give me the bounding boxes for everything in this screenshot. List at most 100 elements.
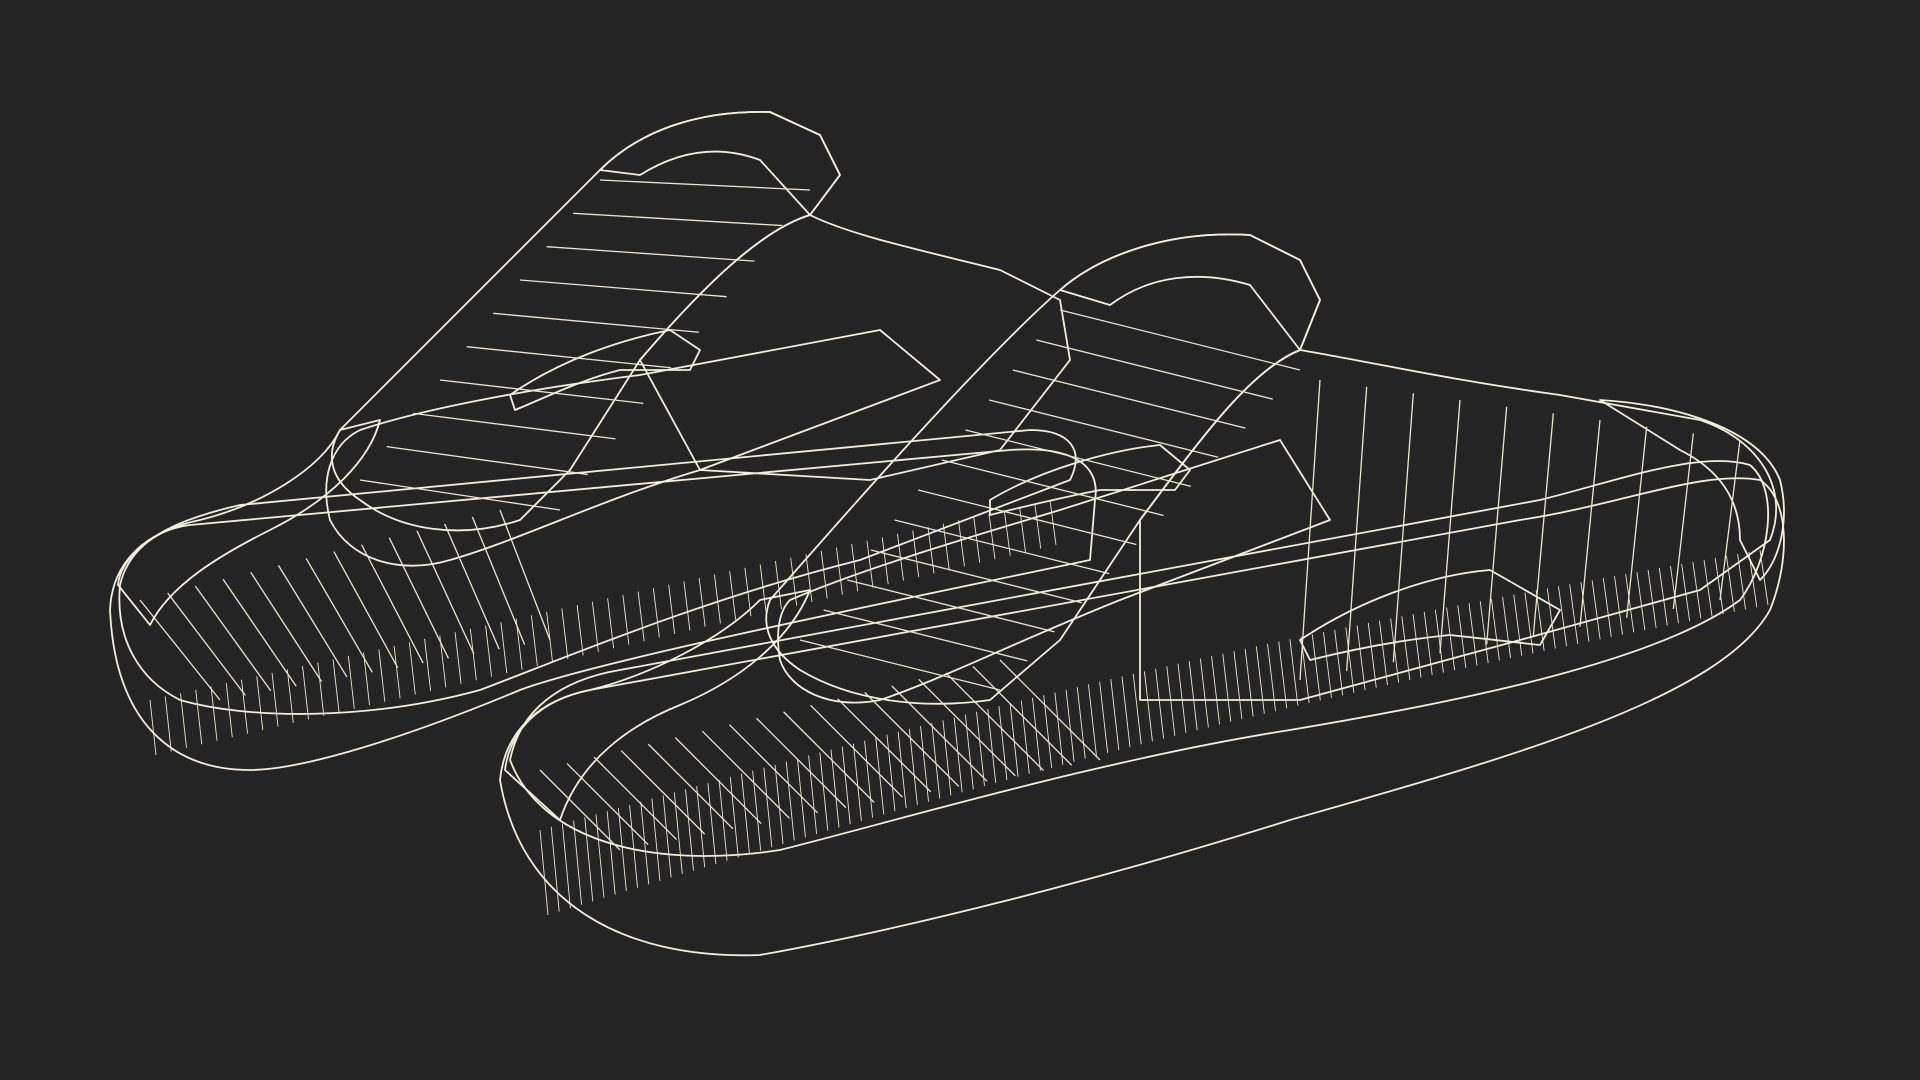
mesh-edge [668, 584, 676, 635]
mesh-edge [774, 560, 782, 610]
mesh-edge [388, 537, 450, 659]
mesh-edge [466, 346, 672, 369]
mesh-edge [1392, 393, 1414, 663]
mesh-edge [942, 720, 952, 796]
mesh-edge [256, 676, 264, 731]
front-sandal-strap-top [1059, 233, 1321, 351]
mesh-edge [1446, 607, 1456, 671]
mesh-edge [763, 767, 773, 848]
mesh-edge [1703, 559, 1713, 617]
mesh-edge [647, 743, 734, 830]
mesh-edge [1748, 551, 1758, 608]
mesh-edge [1012, 369, 1246, 429]
mesh-edge [1143, 671, 1153, 742]
mesh-edge [1647, 569, 1657, 628]
back-sandal-strap [331, 111, 841, 532]
mesh-edge [360, 544, 424, 664]
mesh-edge [741, 773, 750, 854]
mesh-edge [881, 537, 889, 585]
mesh-edge [837, 698, 932, 793]
mesh-edge [1278, 641, 1288, 709]
mesh-edge [783, 711, 875, 803]
mesh-edge [1725, 555, 1735, 612]
mesh-edge [1579, 419, 1601, 627]
mesh-edge [1043, 695, 1053, 768]
mesh-edge [576, 605, 584, 656]
mesh-edge [1439, 399, 1461, 654]
mesh-edge [573, 212, 783, 227]
mesh-edge [1076, 686, 1086, 759]
mesh-edge [920, 726, 929, 802]
mesh-edge [347, 655, 355, 709]
mesh-edge [1121, 676, 1131, 748]
mesh-edge [620, 750, 706, 835]
mesh-edge [1602, 578, 1612, 638]
mesh-edge [674, 737, 762, 824]
back-sandal-footbed [118, 429, 1077, 715]
mesh-edge [713, 574, 721, 624]
mesh-edge [561, 608, 569, 659]
mesh-edge [1222, 653, 1232, 722]
mesh-edge [1379, 620, 1388, 686]
mesh-edge [965, 429, 1192, 487]
mesh-edge [1244, 648, 1254, 717]
mesh-edge [1636, 571, 1646, 631]
mesh-edge [1110, 679, 1120, 751]
mesh-edge [424, 638, 432, 691]
mesh-edge [1479, 600, 1489, 663]
mesh-edge [499, 509, 551, 641]
mesh-edge [1211, 656, 1221, 725]
mesh-edge [317, 662, 325, 716]
mesh-edge [1267, 643, 1276, 712]
mesh-edge [662, 795, 672, 878]
mesh-edge [1166, 666, 1176, 736]
front-sandal-strap [765, 233, 1321, 705]
mesh-edge [1177, 663, 1187, 733]
mesh-edge [591, 601, 599, 652]
mesh-edge [1054, 692, 1064, 765]
mesh-edge [1719, 439, 1741, 601]
mesh-edge [1188, 661, 1198, 731]
mesh-edge [637, 591, 645, 642]
mesh-edge [593, 756, 677, 840]
mesh-edge [1490, 598, 1500, 661]
mesh-edge [1009, 703, 1019, 777]
mesh-edge [728, 724, 819, 814]
mesh-edge [1580, 582, 1590, 642]
mesh-edge [796, 758, 806, 838]
mesh-edge [1289, 639, 1299, 706]
mesh-edge [302, 666, 309, 720]
mesh-edge [1019, 506, 1026, 553]
mesh-edge [799, 639, 1001, 691]
mesh-edge [942, 523, 950, 570]
mesh-edge [1087, 684, 1097, 756]
back-sandal [109, 111, 1097, 771]
mesh-edge [629, 804, 638, 888]
mesh-edge [958, 520, 965, 567]
mesh-edge [1036, 339, 1273, 400]
front-sandal [499, 233, 1785, 957]
mesh-edge [851, 544, 859, 592]
mesh-edge [519, 279, 727, 298]
mesh-edge [1356, 625, 1366, 691]
mesh-edge [652, 588, 660, 638]
mesh-edge [1558, 586, 1567, 647]
mesh-edge [530, 615, 538, 667]
back-sandal-strap-top [599, 111, 841, 216]
mesh-edge [1502, 596, 1512, 659]
mesh-edge [972, 666, 1073, 766]
render-viewport [0, 0, 1920, 1080]
mesh-edge [886, 734, 896, 812]
mesh-edge [1065, 689, 1075, 762]
mesh-edge [1199, 658, 1209, 728]
mesh-edge [964, 714, 974, 790]
mesh-edge [698, 577, 706, 627]
mesh-edge [1334, 629, 1344, 696]
sandals-render [109, 111, 1785, 957]
mesh-edge [640, 801, 650, 885]
mesh-edge [1626, 426, 1648, 618]
mesh-edge [139, 599, 221, 701]
mesh-edge [378, 649, 386, 702]
mesh-edge [454, 632, 462, 684]
mesh-edge [875, 737, 885, 815]
